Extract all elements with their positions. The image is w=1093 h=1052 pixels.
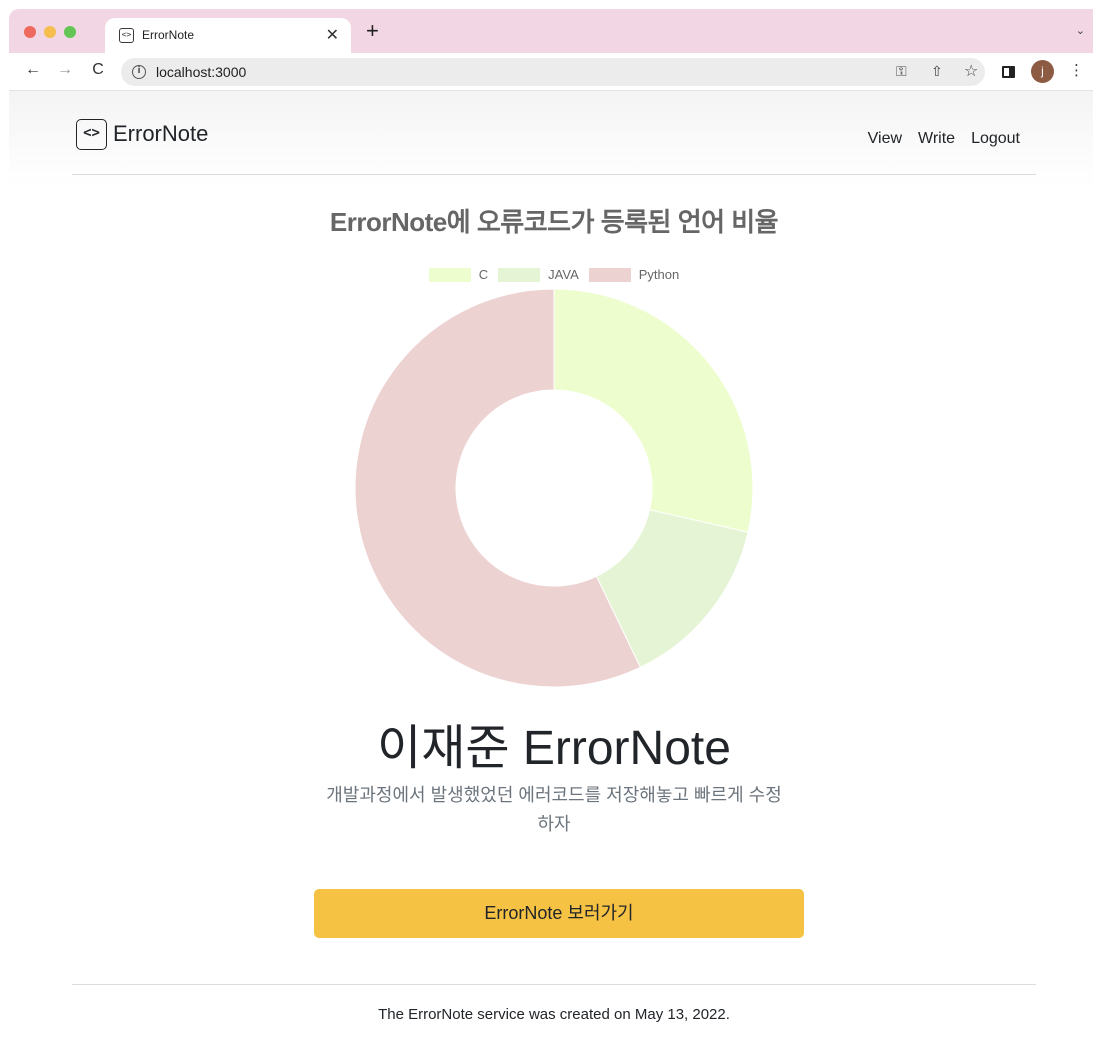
chart-title: ErrorNote에 오류코드가 등록된 언어 비율 <box>329 207 779 237</box>
hero-title: 이재준 ErrorNote <box>377 722 731 775</box>
tab-title: ErrorNote <box>142 28 195 42</box>
star-icon[interactable]: ☆ <box>964 61 978 81</box>
side-panel-icon[interactable] <box>1002 66 1015 78</box>
nav-write-link[interactable]: Write <box>918 130 955 148</box>
avatar[interactable]: j <box>1031 60 1054 83</box>
chevron-down-icon[interactable]: ⌄ <box>1076 24 1085 37</box>
legend-swatch-python <box>588 267 631 282</box>
legend-swatch-c <box>428 267 471 282</box>
brand-name: ErrorNote <box>113 121 209 146</box>
legend-item-python[interactable]: Python <box>588 267 680 282</box>
legend-label-c: C <box>478 267 489 282</box>
nav-logout-link[interactable]: Logout <box>971 130 1020 148</box>
legend-label-java: JAVA <box>548 267 579 282</box>
legend-item-c[interactable]: C <box>428 267 489 282</box>
close-window-button[interactable] <box>24 26 36 38</box>
legend-swatch-java <box>498 267 541 282</box>
kebab-menu-icon[interactable]: ⋮ <box>1069 61 1084 79</box>
chart-legend: C JAVA Python <box>9 267 1093 282</box>
page-content: <> ErrorNote View Write Logout ErrorNote… <box>9 91 1093 1052</box>
footer-divider <box>72 984 1036 985</box>
address-bar[interactable]: i localhost:3000 ⚿ ⇧ ☆ <box>121 58 985 86</box>
code-brackets-icon: <> <box>119 28 134 43</box>
key-icon[interactable]: ⚿ <box>896 63 907 80</box>
brand-logo-link[interactable]: <> ErrorNote <box>76 117 208 151</box>
legend-item-java[interactable]: JAVA <box>498 267 579 282</box>
header-divider <box>72 174 1036 175</box>
back-arrow-icon[interactable]: ← <box>23 61 43 79</box>
reload-icon[interactable]: C <box>88 61 108 79</box>
view-errornote-button[interactable]: ErrorNote 보러가기 <box>314 889 804 938</box>
language-doughnut-chart <box>354 288 754 688</box>
main-nav: View Write Logout <box>868 130 1020 148</box>
legend-label-python: Python <box>638 267 680 282</box>
browser-window: <> ErrorNote ✕ + ⌄ ← → C i localhost:300… <box>9 9 1093 1052</box>
hero-subtitle: 개발과정에서 발생했었던 에러코드를 저장해놓고 빠르게 수정하자 <box>326 785 782 834</box>
code-brackets-icon: <> <box>76 118 107 150</box>
minimize-window-button[interactable] <box>44 26 56 38</box>
new-tab-button[interactable]: + <box>366 20 379 42</box>
url-text[interactable]: localhost:3000 <box>156 64 246 80</box>
close-icon[interactable]: ✕ <box>326 25 339 45</box>
footer-text: The ErrorNote service was created on May… <box>378 1006 730 1023</box>
maximize-window-button[interactable] <box>64 26 76 38</box>
nav-view-link[interactable]: View <box>868 130 902 148</box>
browser-toolbar: ← → C i localhost:3000 ⚿ ⇧ ☆ j ⋮ <box>9 53 1093 91</box>
info-icon[interactable]: i <box>132 65 146 79</box>
browser-tab[interactable]: <> ErrorNote ✕ <box>105 18 351 53</box>
tab-strip: <> ErrorNote ✕ + ⌄ <box>9 9 1093 53</box>
slice-c[interactable] <box>553 288 754 533</box>
share-icon[interactable]: ⇧ <box>931 63 943 80</box>
forward-arrow-icon[interactable]: → <box>55 61 75 79</box>
